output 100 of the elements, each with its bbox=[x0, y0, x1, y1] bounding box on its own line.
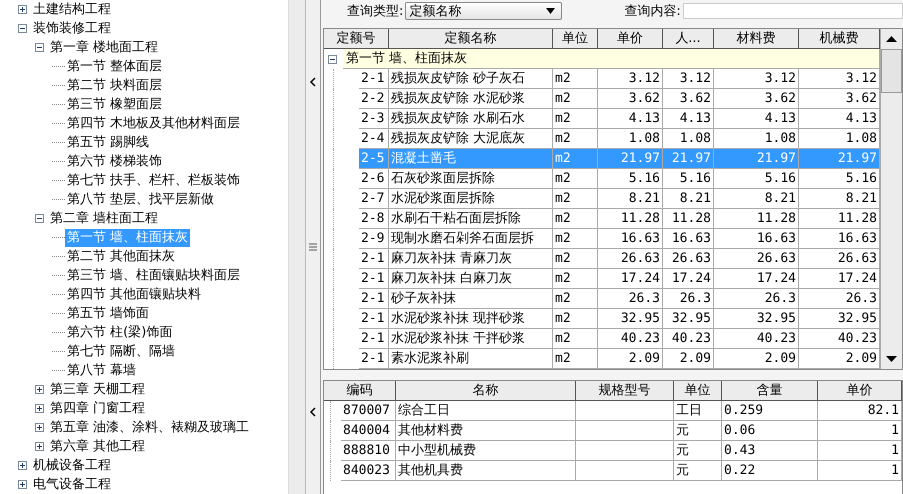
table-cell[interactable]: 2-1 bbox=[359, 249, 389, 269]
tree-item[interactable]: 机械设备工程 bbox=[31, 456, 113, 474]
tree-item[interactable]: 第五节 墙饰面 bbox=[65, 304, 152, 322]
expand-icon[interactable] bbox=[18, 5, 27, 14]
expand-icon[interactable] bbox=[35, 404, 44, 413]
table-cell[interactable]: 2-1 bbox=[359, 329, 389, 349]
query-content-field[interactable] bbox=[682, 3, 903, 19]
table-cell: 16.63 bbox=[598, 229, 663, 249]
column-header[interactable]: 定额号 bbox=[324, 29, 389, 48]
table-cell[interactable]: 2-7 bbox=[359, 189, 389, 209]
tree-item[interactable]: 第二章 墙柱面工程 bbox=[48, 210, 160, 228]
table-cell: m2 bbox=[553, 229, 598, 249]
tree-item[interactable]: 第五章 油漆、涂料、裱糊及玻璃工 bbox=[48, 418, 252, 436]
tree-item[interactable]: 第六节 楼梯装饰 bbox=[65, 152, 164, 170]
expand-icon[interactable] bbox=[35, 385, 44, 394]
tree-item[interactable]: 第六章 其他工程 bbox=[48, 438, 148, 456]
table-cell: 麻刀灰补抹 白麻刀灰 bbox=[389, 269, 553, 289]
tree-item[interactable]: 第七节 扶手、栏杆、栏板装饰 bbox=[65, 172, 242, 190]
tree-item[interactable]: 第二节 其他面抹灰 bbox=[65, 248, 178, 266]
scrollbar-thumb[interactable] bbox=[881, 49, 902, 93]
column-header[interactable]: 人... bbox=[663, 29, 714, 48]
table-cell: 3.12 bbox=[714, 69, 799, 89]
table-cell[interactable]: 2-1 bbox=[359, 289, 389, 309]
collapse-icon[interactable] bbox=[328, 54, 337, 64]
expand-icon[interactable] bbox=[35, 442, 44, 451]
tree-item[interactable]: 第二节 块料面层 bbox=[65, 76, 164, 94]
table-cell: 残损灰皮铲除 砂子灰石 bbox=[389, 69, 553, 89]
table-cell[interactable]: 2-2 bbox=[359, 89, 389, 109]
table-cell: 40.23 bbox=[598, 329, 663, 349]
query-content-label: 查询内容: bbox=[624, 3, 681, 20]
table-cell: 26.63 bbox=[663, 249, 714, 269]
table-cell[interactable]: 2-1 bbox=[359, 69, 389, 89]
tree-item[interactable]: 土建结构工程 bbox=[31, 0, 113, 18]
column-header[interactable]: 单价 bbox=[598, 29, 663, 48]
tree-item[interactable]: 第六节 柱(梁)饰面 bbox=[65, 324, 174, 342]
table-cell: 3.62 bbox=[714, 89, 799, 109]
tree-item[interactable]: 第一节 整体面层 bbox=[65, 58, 164, 76]
column-header[interactable]: 名称 bbox=[396, 381, 576, 400]
table-cell: 17.24 bbox=[663, 269, 714, 289]
table-cell: 26.3 bbox=[663, 289, 714, 309]
tree-item[interactable]: 第四节 木地板及其他材料面层 bbox=[65, 114, 242, 132]
table-cell: 21.97 bbox=[663, 149, 714, 169]
tree-item[interactable]: 第四章 门窗工程 bbox=[48, 400, 148, 418]
column-header[interactable]: 单位 bbox=[553, 29, 598, 48]
table-cell: 16.63 bbox=[663, 229, 714, 249]
table-cell: 40.23 bbox=[714, 329, 799, 349]
column-header[interactable]: 规格型号 bbox=[576, 381, 674, 400]
table-cell[interactable]: 2-1 bbox=[359, 269, 389, 289]
collapse-left-icon[interactable] bbox=[309, 406, 317, 418]
tree-item[interactable]: 第三章 天棚工程 bbox=[48, 380, 148, 398]
table-cell: 32.95 bbox=[714, 309, 799, 329]
tree-item[interactable]: 装饰装修工程 bbox=[31, 20, 113, 38]
column-header[interactable]: 机械费 bbox=[799, 29, 880, 48]
tree-item[interactable]: 第八节 幕墙 bbox=[65, 362, 138, 380]
column-header[interactable]: 材料费 bbox=[714, 29, 799, 48]
column-header[interactable]: 单价 bbox=[818, 381, 902, 400]
table-cell: 870007 bbox=[341, 401, 396, 421]
table-cell: 其他材料费 bbox=[396, 421, 576, 441]
column-header[interactable]: 单位 bbox=[674, 381, 722, 400]
scrollbar[interactable] bbox=[880, 29, 902, 369]
table-cell[interactable]: 2-6 bbox=[359, 169, 389, 189]
column-header[interactable]: 含量 bbox=[722, 381, 818, 400]
table-cell: 1 bbox=[818, 441, 902, 461]
expand-icon[interactable] bbox=[18, 480, 27, 489]
table-cell: 2.09 bbox=[714, 349, 799, 369]
table-cell[interactable]: 2-8 bbox=[359, 209, 389, 229]
table-cell: m2 bbox=[553, 149, 598, 169]
expand-icon[interactable] bbox=[35, 423, 44, 432]
table-cell[interactable]: 2-1 bbox=[359, 349, 389, 369]
table-cell: 麻刀灰补抹 青麻刀灰 bbox=[389, 249, 553, 269]
collapse-icon[interactable] bbox=[35, 43, 44, 52]
tree-item[interactable]: 第七节 隔断、隔墙 bbox=[65, 342, 178, 360]
tree-item[interactable]: 第五节 踢脚线 bbox=[65, 134, 152, 152]
collapse-icon[interactable] bbox=[18, 24, 27, 33]
tree-item[interactable]: 第一章 楼地面工程 bbox=[48, 38, 160, 56]
query-type-dropdown[interactable]: 定额名称 bbox=[405, 2, 562, 20]
table-cell: m2 bbox=[553, 169, 598, 189]
tree-item[interactable]: 第三节 墙、柱面镶贴块料面层 bbox=[65, 266, 242, 284]
table-cell[interactable]: 2-9 bbox=[359, 229, 389, 249]
collapse-icon[interactable] bbox=[35, 214, 44, 223]
tree-item[interactable]: 电气设备工程 bbox=[31, 476, 113, 494]
column-header[interactable]: 编码 bbox=[324, 381, 396, 400]
table-cell[interactable]: 2-3 bbox=[359, 109, 389, 129]
table-cell: 砂子灰补抹 bbox=[389, 289, 553, 309]
table-cell: 5.16 bbox=[714, 169, 799, 189]
grip-icon[interactable] bbox=[309, 240, 317, 253]
table-cell: 26.63 bbox=[714, 249, 799, 269]
tree-item[interactable]: 第三节 橡塑面层 bbox=[65, 96, 164, 114]
table-cell[interactable]: 2-1 bbox=[359, 309, 389, 329]
table-cell: 元 bbox=[674, 441, 722, 461]
expand-icon[interactable] bbox=[18, 461, 27, 470]
table-cell: 11.28 bbox=[598, 209, 663, 229]
tree-item[interactable]: 第四节 其他面镶贴块料 bbox=[65, 286, 204, 304]
tree-item[interactable]: 第八节 垫层、找平层新做 bbox=[65, 190, 216, 208]
column-header[interactable]: 定额名称 bbox=[389, 29, 553, 48]
table-cell: 17.24 bbox=[714, 269, 799, 289]
table-cell: m2 bbox=[553, 69, 598, 89]
table-cell: 40.23 bbox=[663, 329, 714, 349]
collapse-left-icon[interactable] bbox=[309, 76, 317, 88]
group-row[interactable]: 第一节 墙、柱面抹灰 bbox=[343, 49, 880, 69]
